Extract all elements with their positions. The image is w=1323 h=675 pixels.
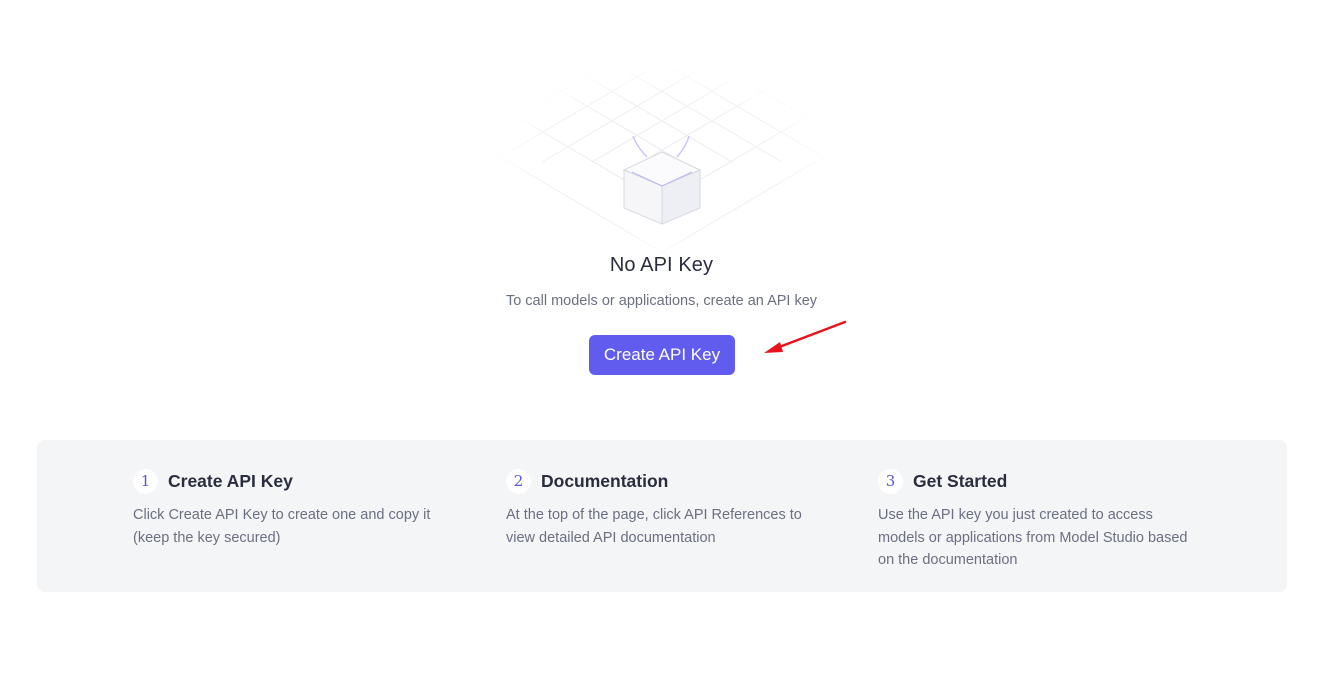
api-key-page: No API Key To call models or application…	[0, 0, 1323, 675]
step-description: At the top of the page, click API Refere…	[506, 507, 802, 546]
step-title: Documentation	[541, 470, 669, 491]
step-number-badge: 3	[878, 468, 903, 494]
step-number-badge: 2	[506, 468, 531, 494]
create-api-key-button[interactable]: Create API Key	[589, 335, 735, 375]
step-create-api-key: 1 Create API Key Click Create API Key to…	[133, 468, 463, 549]
empty-box-illustration	[492, 62, 832, 262]
empty-state: No API Key To call models or application…	[0, 0, 1323, 400]
step-number-badge: 1	[133, 468, 158, 494]
annotation-arrow-icon	[764, 320, 847, 353]
empty-state-subtitle: To call models or applications, create a…	[505, 293, 818, 309]
empty-state-title: No API Key	[609, 254, 714, 276]
step-get-started: 3 Get Started Use the API key you just c…	[878, 468, 1208, 572]
step-documentation: 2 Documentation At the top of the page, …	[506, 468, 836, 549]
step-description: Use the API key you just created to acce…	[878, 507, 1188, 568]
step-title: Get Started	[913, 470, 1008, 491]
step-title: Create API Key	[168, 470, 293, 491]
getting-started-steps: 1 Create API Key Click Create API Key to…	[37, 440, 1287, 592]
step-description: Click Create API Key to create one and c…	[133, 507, 431, 546]
